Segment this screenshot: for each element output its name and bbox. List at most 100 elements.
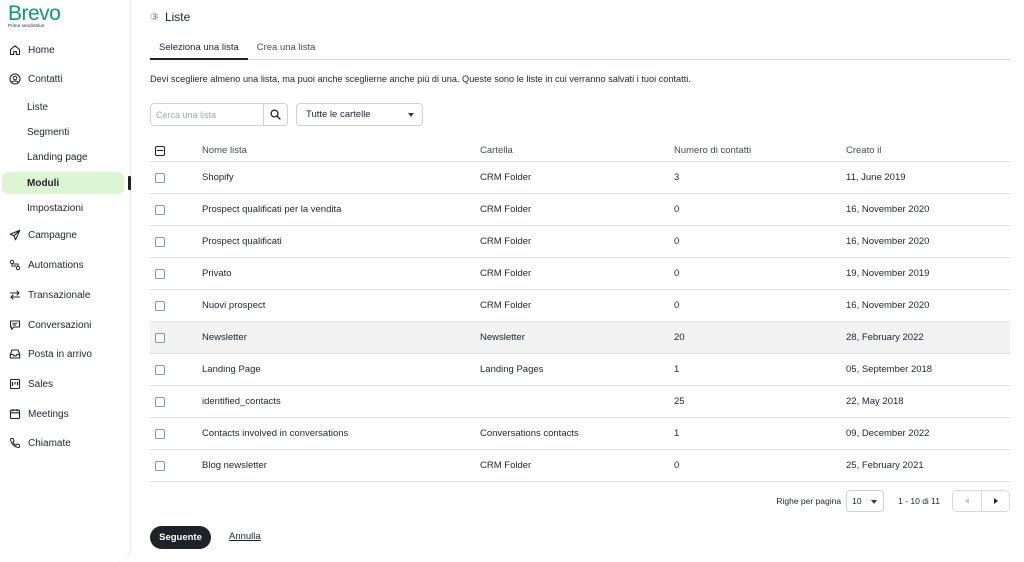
row-checkbox[interactable] (155, 364, 165, 375)
page-description: Devi scegliere almeno una lista, ma puoi… (150, 74, 691, 84)
row-checkbox[interactable] (155, 332, 165, 343)
list-name: Nuovi prospect (202, 300, 266, 311)
list-contact-count: 1 (674, 364, 680, 375)
list-name: Prospect qualificati per la vendita (202, 204, 342, 215)
rows-per-page-label: Righe per pagina (776, 496, 842, 506)
folder-filter-value: Tutte le cartelle (306, 109, 371, 120)
sidebar-item-label: Transazionale (28, 289, 91, 301)
sidebar-item-label: Posta in arrivo (28, 348, 92, 360)
list-contact-count: 3 (674, 172, 680, 183)
list-folder: CRM Folder (480, 236, 532, 247)
folder-filter-select[interactable]: Tutte le cartelle (296, 103, 423, 126)
next-page-button[interactable] (981, 491, 1009, 511)
row-checkbox[interactable] (155, 460, 165, 471)
table-row[interactable]: Prospect qualificati CRM Folder 0 16, No… (150, 226, 1010, 258)
pagination-buttons (952, 490, 1010, 512)
row-checkbox[interactable] (155, 428, 165, 439)
sidebar-item-conversations[interactable]: Conversazioni (0, 314, 124, 336)
list-folder: CRM Folder (480, 204, 532, 215)
list-created-date: 25, February 2021 (846, 460, 924, 471)
brand-name: Brevo (8, 2, 61, 25)
phone-icon (9, 437, 21, 449)
search-input[interactable] (151, 104, 263, 125)
table-row[interactable]: Shopify CRM Folder 3 11, June 2019 (150, 162, 1010, 194)
search-button[interactable] (263, 104, 287, 125)
column-header-folder[interactable]: Cartella (480, 140, 513, 161)
sidebar-subitem-lists[interactable]: Liste (2, 96, 124, 118)
row-checkbox[interactable] (155, 172, 165, 183)
list-name: Privato (202, 268, 232, 279)
row-checkbox[interactable] (155, 300, 165, 311)
sidebar-item-label: Meetings (28, 408, 69, 420)
sidebar-item-campaigns[interactable]: Campagne (0, 224, 124, 246)
tab-select-list[interactable]: Seleziona una lista (150, 37, 248, 60)
list-created-date: 28, February 2022 (846, 332, 924, 343)
cancel-link[interactable]: Annulla (229, 531, 261, 542)
sidebar-item-label: Contatti (28, 73, 63, 85)
list-created-date: 16, November 2020 (846, 300, 930, 311)
lists-table: Nome lista Cartella Numero di contatti C… (150, 140, 1010, 482)
list-contact-count: 0 (674, 268, 680, 279)
list-contact-count: 1 (674, 428, 680, 439)
table-row[interactable]: Newsletter Newsletter 20 28, February 20… (150, 322, 1010, 354)
list-name: Blog newsletter (202, 460, 267, 471)
column-header-created[interactable]: Creato il (846, 140, 881, 161)
table-row[interactable]: Contacts involved in conversations Conve… (150, 418, 1010, 450)
table-row[interactable]: Landing Page Landing Pages 1 05, Septemb… (150, 354, 1010, 386)
sidebar-item-home[interactable]: Home (0, 39, 124, 61)
send-icon (9, 229, 21, 241)
sidebar-subitem-segments[interactable]: Segmenti (2, 121, 124, 143)
chevron-down-icon (871, 500, 878, 504)
automations-icon (9, 259, 21, 271)
chevron-down-icon (408, 113, 414, 117)
table-row[interactable]: identified_contacts 25 22, May 2018 (150, 386, 1010, 418)
sidebar-item-automations[interactable]: Automations (0, 254, 124, 276)
sidebar-item-meetings[interactable]: Meetings (0, 403, 124, 425)
sidebar-item-transactional[interactable]: Transazionale (0, 284, 124, 306)
sidebar-item-calls[interactable]: Chiamate (0, 432, 124, 454)
search-icon (270, 109, 281, 120)
list-name: Prospect qualificati (202, 236, 282, 247)
next-button[interactable]: Seguente (150, 526, 211, 549)
step-number: ③ (150, 11, 159, 23)
chat-icon (9, 319, 21, 331)
list-created-date: 16, November 2020 (846, 204, 930, 215)
sidebar-item-inbox[interactable]: Posta in arrivo (0, 343, 124, 365)
sidebar-item-contacts[interactable]: Contatti (0, 68, 124, 90)
sidebar-item-sales[interactable]: Sales (0, 373, 124, 395)
list-created-date: 05, September 2018 (846, 364, 933, 375)
sidebar: Brevo Prima sendinblue Home Contatti Lis… (0, 0, 131, 562)
row-checkbox[interactable] (155, 236, 165, 247)
active-indicator (128, 176, 131, 190)
sidebar-subitem-landing-page[interactable]: Landing page (2, 146, 124, 168)
row-checkbox[interactable] (155, 268, 165, 279)
column-header-name[interactable]: Nome lista (202, 140, 247, 161)
sidebar-item-label: Chiamate (28, 437, 71, 449)
list-folder: CRM Folder (480, 172, 532, 183)
sidebar-subitem-settings[interactable]: Impostazioni (2, 197, 124, 219)
rows-per-page-select[interactable]: 10 (846, 490, 885, 512)
list-name: Shopify (202, 172, 234, 183)
list-name: Contacts involved in conversations (202, 428, 349, 439)
sidebar-item-label: Automations (28, 259, 84, 271)
brevo-logo[interactable]: Brevo Prima sendinblue (8, 2, 61, 29)
list-contact-count: 0 (674, 300, 680, 311)
list-name: identified_contacts (202, 396, 281, 407)
sidebar-subitem-forms[interactable]: Moduli (2, 172, 124, 194)
table-row[interactable]: Blog newsletter CRM Folder 0 25, Februar… (150, 450, 1010, 482)
row-checkbox[interactable] (155, 396, 165, 407)
search-box (150, 103, 288, 126)
list-contact-count: 0 (674, 460, 680, 471)
list-folder: Conversations contacts (480, 428, 579, 439)
select-all-checkbox[interactable] (155, 145, 165, 156)
table-row[interactable]: Nuovi prospect CRM Folder 0 16, November… (150, 290, 1010, 322)
list-created-date: 09, December 2022 (846, 428, 930, 439)
list-folder: CRM Folder (480, 460, 532, 471)
previous-page-button[interactable] (953, 491, 981, 511)
list-created-date: 11, June 2019 (846, 172, 906, 183)
table-row[interactable]: Privato CRM Folder 0 19, November 2019 (150, 258, 1010, 290)
tab-create-list[interactable]: Crea una lista (248, 37, 325, 60)
row-checkbox[interactable] (155, 204, 165, 215)
column-header-contacts[interactable]: Numero di contatti (674, 140, 751, 161)
table-row[interactable]: Prospect qualificati per la vendita CRM … (150, 194, 1010, 226)
